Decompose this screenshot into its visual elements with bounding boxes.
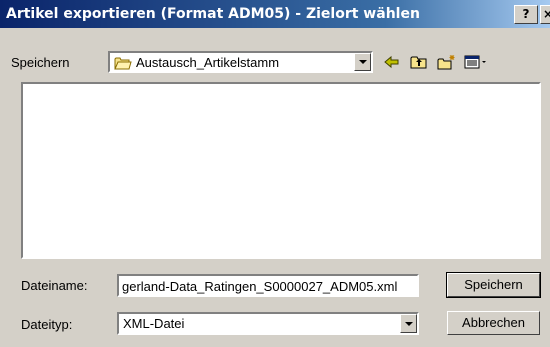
new-folder-icon <box>437 55 455 70</box>
back-arrow-icon <box>384 55 399 69</box>
filename-label: Dateiname: <box>21 278 88 293</box>
view-menu-button[interactable] <box>462 52 490 72</box>
cancel-button[interactable]: Abbrechen <box>447 311 540 335</box>
help-button[interactable]: ? <box>514 5 538 24</box>
filename-value: gerland-Data_Ratingen_S0000027_ADM05.xml <box>122 279 398 294</box>
filetype-dropdown[interactable] <box>400 314 417 333</box>
filetype-select[interactable]: XML-Datei <box>117 312 419 335</box>
save-in-combo[interactable]: Austausch_Artikelstamm <box>108 51 373 73</box>
folder-icon <box>114 56 132 75</box>
save-button[interactable]: Speichern <box>446 272 541 298</box>
close-button[interactable]: × <box>540 5 550 24</box>
title-bar[interactable]: Artikel exportieren (Format ADM05) - Zie… <box>0 0 550 28</box>
chevron-down-icon <box>358 60 367 64</box>
up-folder-icon <box>410 56 427 69</box>
view-menu-icon <box>464 55 486 69</box>
new-folder-button[interactable] <box>436 52 458 72</box>
filetype-value: XML-Datei <box>123 316 185 331</box>
save-dialog: Artikel exportieren (Format ADM05) - Zie… <box>0 0 550 347</box>
dialog-title: Artikel exportieren (Format ADM05) - Zie… <box>6 6 420 22</box>
save-in-dropdown[interactable] <box>354 53 371 71</box>
up-folder-button[interactable] <box>408 52 430 72</box>
save-in-value: Austausch_Artikelstamm <box>136 55 280 70</box>
filetype-label: Dateityp: <box>21 317 73 332</box>
file-list[interactable] <box>21 82 541 259</box>
filename-input[interactable]: gerland-Data_Ratingen_S0000027_ADM05.xml <box>117 274 419 297</box>
back-button[interactable] <box>381 52 403 72</box>
chevron-down-icon <box>404 321 413 326</box>
save-in-label: Speichern <box>11 55 70 70</box>
